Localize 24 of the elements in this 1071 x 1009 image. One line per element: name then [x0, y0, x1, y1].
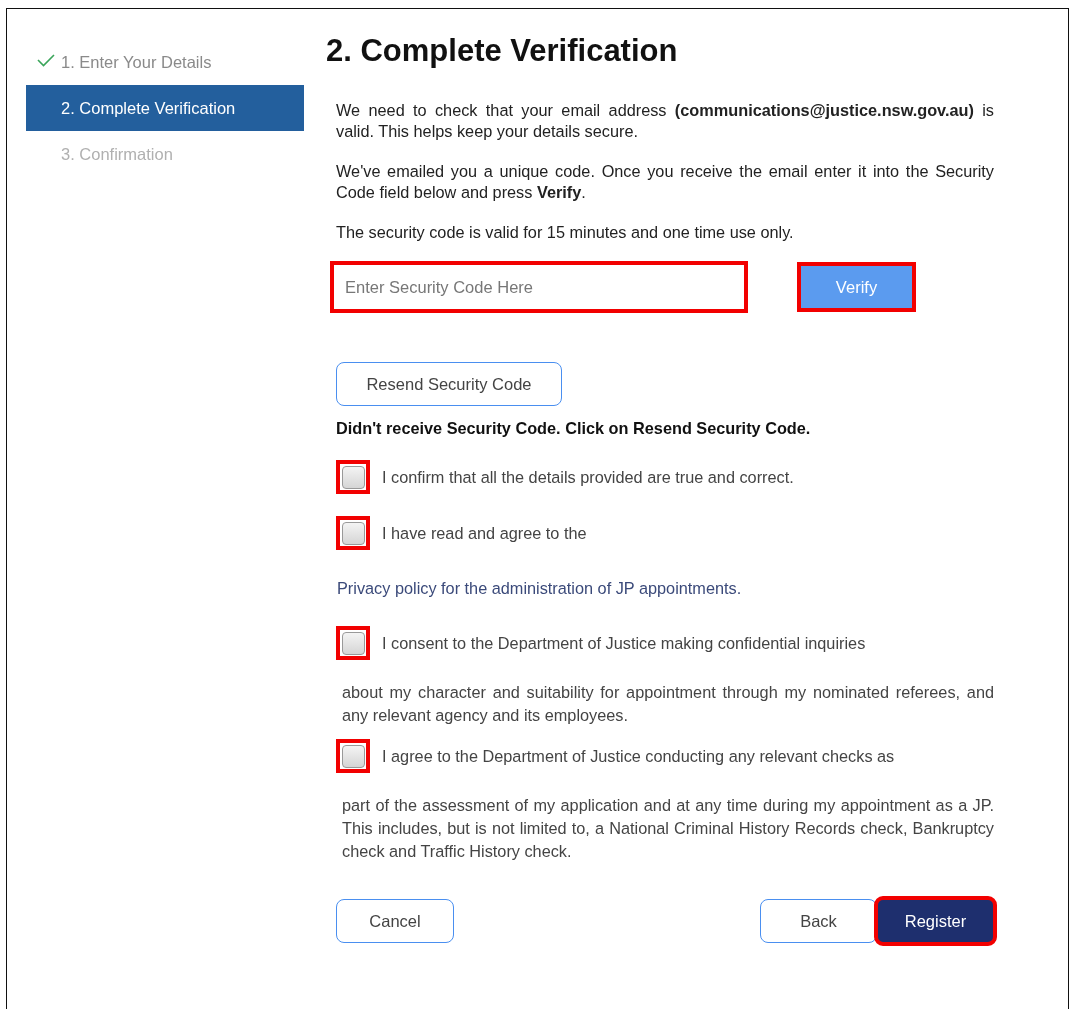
info-paragraph: The security code is valid for 15 minutes and one time use only.: [336, 222, 795, 243]
info-paragraph: We need to check that your email address (communications@justice.nsw.gov.au) is valid. This helps keep your details secure.: [336, 100, 994, 142]
privacy-policy-link[interactable]: Privacy policy for the administration of JP appointments.: [337, 579, 994, 598]
declaration-label: I have read and agree to the: [382, 523, 588, 543]
info-paragraph: We've emailed you a unique code. Once you receive the email enter it into the Security Code field below and press Verify.: [336, 161, 994, 203]
step-item[interactable]: 2. Complete Verification: [26, 85, 304, 131]
declaration-label: I confirm that all the details provided are true and correct.: [382, 467, 795, 487]
checkbox[interactable]: [336, 516, 370, 550]
declaration-label: I consent to the Department of Justice making confidential inquiries: [382, 633, 867, 653]
declaration-text: part of the assessment of my application and at any time during my appointment as a JP. This includes, but is not limited to, a National Criminal History Records check, Bankruptcy check and Traffic History check.: [342, 795, 994, 862]
checkbox[interactable]: [336, 739, 370, 773]
security-code-field[interactable]: Enter Security Code Here: [333, 264, 745, 310]
declaration-text: about my character and suitability for appointment through my nominated referees, and any relevant agency and its employees.: [342, 682, 994, 726]
check-icon: [37, 54, 55, 67]
page-heading: 2. Complete Verification: [326, 33, 679, 69]
cancel-button[interactable]: Cancel: [336, 899, 454, 943]
step-item[interactable]: 1. Enter Your Details: [26, 39, 304, 85]
register-button[interactable]: Register: [877, 899, 994, 943]
resend-note: Didn't receive Security Code. Click on Resend Security Code.: [336, 419, 812, 438]
resend-code-button[interactable]: Resend Security Code: [336, 362, 562, 406]
declaration-label: I agree to the Department of Justice conducting any relevant checks as: [382, 746, 896, 766]
checkbox[interactable]: [336, 460, 370, 494]
checkbox[interactable]: [336, 626, 370, 660]
back-button[interactable]: Back: [760, 899, 877, 943]
